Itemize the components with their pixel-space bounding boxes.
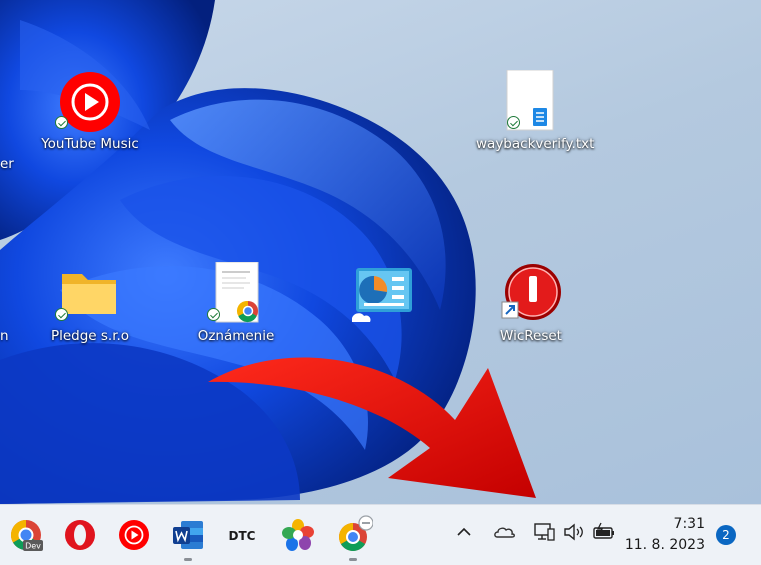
icon-label: Oznámenie: [197, 328, 275, 344]
clock-time[interactable]: 7:31: [674, 516, 705, 532]
desktop-icon-wicreset[interactable]: WicReset: [476, 262, 586, 344]
desktop-icon-text-file[interactable]: waybackverify.txt: [476, 69, 595, 152]
dev-badge: Dev: [25, 542, 41, 551]
running-indicator: [349, 558, 357, 561]
notification-badge[interactable]: 2: [716, 525, 736, 545]
running-indicator: [184, 558, 192, 561]
clock-date[interactable]: 11. 8. 2023: [625, 537, 705, 553]
taskbar-app-chrome-dev[interactable]: Dev: [6, 515, 46, 555]
desktop[interactable]: er n YouTube Music waybackverify.txt Ple…: [0, 0, 761, 504]
partial-icon-label: n: [0, 328, 9, 344]
text-file-icon: [499, 69, 563, 134]
desktop-icon-folder[interactable]: Pledge s.r.o: [35, 262, 145, 344]
partial-icon-label: er: [0, 156, 14, 172]
dtc-icon: DTC: [226, 525, 258, 545]
taskbar-app-youtube-music[interactable]: [114, 515, 154, 555]
sync-status-icon: [507, 116, 520, 129]
chevron-up-icon[interactable]: [452, 520, 476, 544]
taskbar-app-dtc[interactable]: DTC: [222, 515, 262, 555]
chrome-profile-icon: [339, 515, 373, 551]
battery-icon[interactable]: [592, 520, 616, 544]
taskbar-app-photos[interactable]: [278, 515, 318, 555]
icon-label: waybackverify.txt: [476, 136, 595, 152]
sync-status-icon: [55, 308, 68, 321]
taskbar: Dev DTC 7:31 11. 8. 2023 2: [0, 504, 761, 565]
youtube-music-icon: [55, 70, 122, 134]
icon-label: YouTube Music: [41, 136, 139, 152]
desktop-icon-control-panel[interactable]: [329, 262, 439, 328]
control-panel-icon: [352, 262, 416, 326]
desktop-icon-youtube-music[interactable]: YouTube Music: [35, 70, 145, 152]
icon-label: Pledge s.r.o: [50, 328, 130, 344]
word-icon: [173, 521, 203, 549]
network-icon[interactable]: [532, 520, 556, 544]
sync-status-icon: [207, 308, 220, 321]
opera-icon: [65, 520, 95, 550]
chrome-document-icon: [204, 261, 268, 326]
desktop-icon-chrome-document[interactable]: Oznámenie: [181, 261, 291, 344]
photos-icon: [282, 519, 314, 551]
onedrive-cloud-icon[interactable]: [492, 520, 516, 544]
taskbar-app-word[interactable]: [168, 515, 208, 561]
volume-icon[interactable]: [562, 520, 586, 544]
youtube-music-icon: [119, 520, 149, 550]
wicreset-icon: [499, 262, 563, 326]
folder-icon: [55, 262, 122, 326]
chrome-dev-icon: Dev: [10, 520, 43, 551]
dtc-badge: DTC: [229, 529, 256, 543]
taskbar-app-opera[interactable]: [60, 515, 100, 555]
sync-status-icon: [55, 116, 68, 129]
icon-label: WicReset: [500, 328, 562, 344]
taskbar-app-chrome-profile[interactable]: [333, 515, 373, 561]
